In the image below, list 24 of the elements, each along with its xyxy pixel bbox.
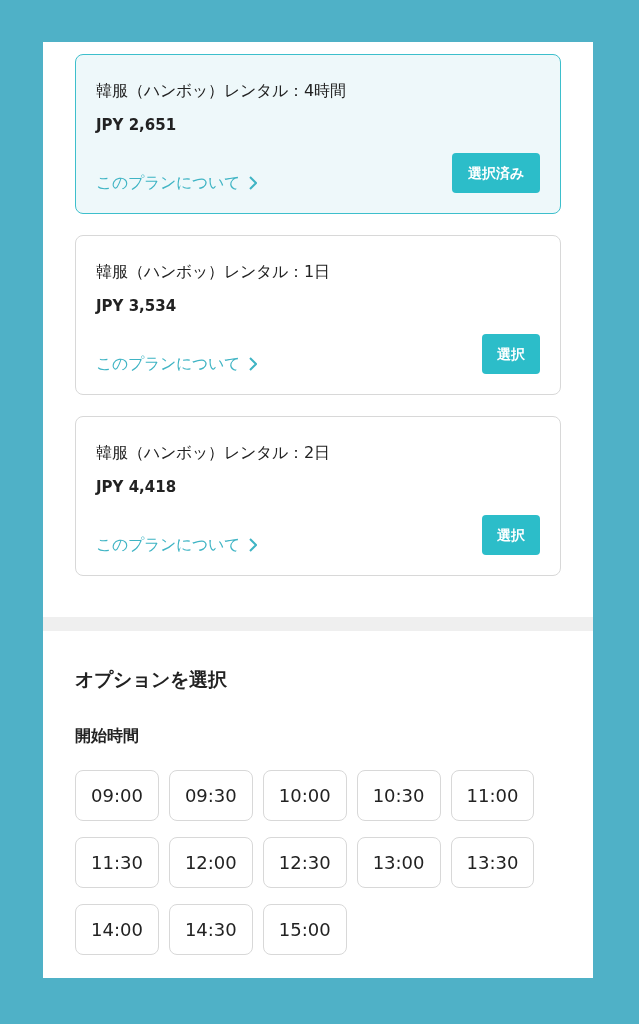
time-slot-button[interactable]: 13:00 xyxy=(356,836,441,888)
chevron-right-icon xyxy=(248,176,257,190)
plan-title: 韓服（ハンボッ）レンタル：2日 xyxy=(96,442,332,464)
start-time-label: 開始時間 xyxy=(75,724,140,747)
time-slot-button[interactable]: 11:00 xyxy=(450,769,535,821)
time-slot-button[interactable]: 15:00 xyxy=(262,903,347,955)
time-slot-button[interactable]: 14:00 xyxy=(75,903,159,955)
time-slot-button[interactable]: 12:30 xyxy=(262,836,347,888)
plan-price: JPY 3,534 xyxy=(96,296,178,316)
time-slot-button[interactable]: 09:30 xyxy=(168,769,253,821)
time-slot-button[interactable]: 10:00 xyxy=(262,769,347,821)
plan-price: JPY 2,651 xyxy=(96,115,178,135)
plan-title: 韓服（ハンボッ）レンタル：1日 xyxy=(96,261,332,283)
time-slot-button[interactable]: 14:30 xyxy=(168,903,253,955)
time-slot-button[interactable]: 13:30 xyxy=(450,836,535,888)
time-slot-button[interactable]: 11:30 xyxy=(75,836,159,888)
chevron-right-icon xyxy=(248,538,257,552)
time-slot-button[interactable]: 12:00 xyxy=(168,836,253,888)
plan-title: 韓服（ハンボッ）レンタル：4時間 xyxy=(96,80,348,102)
plan-price: JPY 4,418 xyxy=(96,477,178,497)
chevron-right-icon xyxy=(248,357,257,371)
time-slot-button[interactable]: 09:00 xyxy=(75,769,159,821)
options-heading: オプションを選択 xyxy=(75,667,228,692)
time-slot-button[interactable]: 10:30 xyxy=(356,769,441,821)
